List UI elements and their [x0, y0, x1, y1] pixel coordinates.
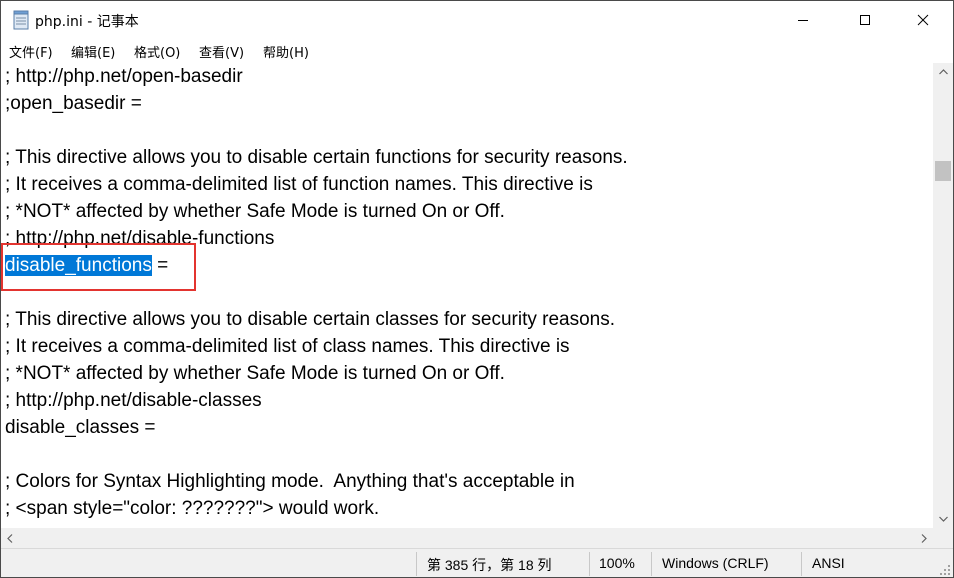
chevron-right-icon — [921, 533, 927, 543]
text-line: ;open_basedir = — [5, 93, 142, 114]
text-line: ; It receives a comma-delimited list of … — [5, 336, 570, 357]
close-icon — [917, 14, 929, 26]
minimize-icon — [798, 20, 808, 21]
menu-help[interactable]: 帮助(H) — [263, 42, 309, 61]
menu-view[interactable]: 查看(V) — [199, 42, 244, 61]
chevron-down-icon — [938, 516, 948, 522]
horizontal-scrollbar[interactable] — [1, 528, 933, 548]
notepad-icon — [13, 10, 29, 30]
annotation-highlight-box — [1, 243, 196, 291]
title-bar[interactable]: php.ini - 记事本 — [1, 1, 953, 39]
menu-bar: 文件(F) 编辑(E) 格式(O) 查看(V) 帮助(H) — [1, 39, 953, 63]
text-line: ; http://php.net/open-basedir — [5, 66, 243, 87]
scroll-left-button[interactable] — [1, 528, 19, 548]
scrollbar-corner — [933, 528, 953, 548]
cursor-position: 第 385 行，第 18 列 — [427, 557, 552, 573]
chevron-left-icon — [7, 533, 13, 543]
vertical-scroll-thumb[interactable] — [935, 161, 951, 181]
text-line: ; This directive allows you to disable c… — [5, 309, 616, 330]
menu-file[interactable]: 文件(F) — [9, 42, 53, 61]
scroll-up-button[interactable] — [933, 63, 953, 81]
encoding: ANSI — [812, 555, 845, 571]
maximize-button[interactable] — [841, 1, 889, 39]
notepad-window: php.ini - 记事本 文件(F) 编辑(E) 格式(O) 查看(V) 帮助… — [0, 0, 954, 578]
text-line: disable_classes = — [5, 417, 156, 438]
close-button[interactable] — [899, 1, 947, 39]
resize-grip-icon[interactable] — [939, 564, 951, 576]
status-divider — [589, 552, 590, 576]
chevron-up-icon — [938, 69, 948, 75]
text-line: ; It receives a comma-delimited list of … — [5, 174, 593, 195]
vertical-scrollbar[interactable] — [933, 63, 953, 528]
window-title: php.ini - 记事本 — [35, 14, 139, 30]
status-divider — [651, 552, 652, 576]
scroll-right-button[interactable] — [915, 528, 933, 548]
text-line: ; Colors for Syntax Highlighting mode. A… — [5, 471, 575, 492]
maximize-icon — [860, 15, 870, 25]
menu-edit[interactable]: 编辑(E) — [71, 42, 115, 61]
line-ending: Windows (CRLF) — [662, 555, 769, 571]
zoom-level: 100% — [599, 555, 635, 571]
status-divider — [801, 552, 802, 576]
status-bar: 第 385 行，第 18 列 100% Windows (CRLF) ANSI — [1, 548, 953, 577]
status-divider — [416, 552, 417, 576]
text-line: ; *NOT* affected by whether Safe Mode is… — [5, 201, 505, 222]
menu-format[interactable]: 格式(O) — [134, 42, 180, 61]
minimize-button[interactable] — [779, 1, 827, 39]
scroll-down-button[interactable] — [933, 510, 953, 528]
text-line: ; *NOT* affected by whether Safe Mode is… — [5, 363, 505, 384]
text-editor[interactable]: ; http://php.net/open-basedir ;open_base… — [1, 63, 933, 528]
text-line: ; <span style="color: ???????"> would wo… — [5, 498, 380, 519]
text-line: ; This directive allows you to disable c… — [5, 147, 628, 168]
text-line: ; http://php.net/disable-classes — [5, 390, 262, 411]
